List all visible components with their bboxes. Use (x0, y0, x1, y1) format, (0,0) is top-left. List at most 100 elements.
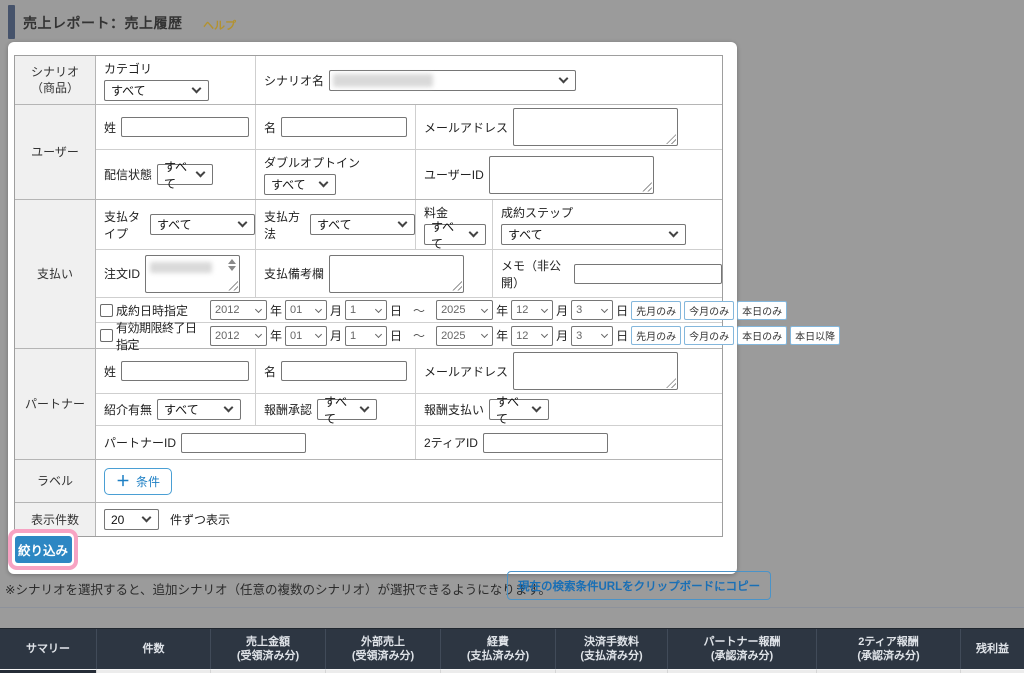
double-optin-cell: ダブルオプトイン すべて (256, 150, 416, 199)
user-firstname-input[interactable] (281, 117, 407, 137)
chevron-down-icon (481, 305, 488, 312)
resize-handle-icon[interactable] (666, 378, 676, 388)
contract-to-year-select[interactable]: 2025 (436, 300, 493, 320)
expiry-after-today-button[interactable]: 本日以降 (790, 326, 840, 345)
spinner-down-icon[interactable] (228, 266, 236, 271)
expiry-from-day-select[interactable]: 1 (345, 326, 387, 346)
chevron-down-icon (255, 331, 262, 338)
title-accent-bar (8, 5, 15, 39)
category-label: カテゴリ (104, 60, 152, 77)
chevron-down-icon (238, 218, 248, 228)
spinner-up-icon[interactable] (228, 259, 236, 264)
category-cell: カテゴリ すべて (96, 56, 256, 104)
col-sales-amount: 売上金額 (受領済み分) (210, 629, 325, 669)
expiry-today-button[interactable]: 本日のみ (737, 326, 787, 345)
spinner-icon[interactable] (228, 259, 236, 271)
plus-icon: ＋ (116, 471, 130, 491)
scenario-name-select[interactable] (329, 70, 576, 91)
expiry-to-month-select[interactable]: 12 (511, 326, 553, 346)
referral-cell: 紹介有無 すべて (96, 394, 256, 425)
approval-select[interactable]: すべて (317, 399, 377, 420)
chevron-down-icon (196, 168, 206, 178)
expiry-to-day-select[interactable]: 3 (571, 326, 613, 346)
chevron-down-icon (142, 513, 152, 523)
payout-select[interactable]: すべて (489, 399, 549, 420)
pay-note-textarea[interactable] (329, 255, 464, 293)
user-lastname-cell: 姓 (96, 105, 256, 149)
chevron-down-icon (541, 331, 548, 338)
expiry-from-year-select[interactable]: 2012 (210, 326, 267, 346)
partner-firstname-cell: 名 (256, 349, 416, 393)
expiry-this-month-button[interactable]: 今月のみ (684, 326, 734, 345)
partner-id-input[interactable] (181, 433, 306, 453)
resize-handle-icon[interactable] (228, 281, 238, 291)
display-count-select[interactable]: 20 (104, 509, 159, 530)
row-label-payment: 支払い (15, 200, 96, 348)
col-tier2-reward: 2ティア報酬 (承認済み分) (816, 629, 960, 669)
resize-handle-icon[interactable] (642, 182, 652, 192)
resize-handle-icon[interactable] (452, 281, 462, 291)
expiry-from-month-select[interactable]: 01 (285, 326, 327, 346)
chevron-down-icon (541, 305, 548, 312)
chevron-down-icon (375, 331, 382, 338)
chevron-down-icon (559, 73, 569, 83)
expiry-date-checkbox[interactable] (100, 329, 113, 342)
row-user: ユーザー 姓 名 メールアドレス (15, 105, 722, 200)
chevron-down-icon (192, 83, 202, 93)
step-select[interactable]: すべて (501, 224, 686, 245)
tier2-id-input[interactable] (483, 433, 608, 453)
memo-input[interactable] (574, 264, 722, 284)
referral-select[interactable]: すべて (157, 399, 241, 420)
user-email-textarea[interactable] (513, 108, 678, 146)
contract-from-day-select[interactable]: 1 (345, 300, 387, 320)
copy-search-url-button[interactable]: 現在の検索条件URLをクリップボードにコピー (507, 571, 771, 600)
contract-today-button[interactable]: 本日のみ (737, 301, 787, 320)
contract-from-month-select[interactable]: 01 (285, 300, 327, 320)
category-select[interactable]: すべて (104, 80, 209, 101)
user-lastname-input[interactable] (121, 117, 249, 137)
chevron-down-icon (255, 305, 262, 312)
col-settlement-fee: 決済手数料 (支払済み分) (555, 629, 667, 669)
delivery-status-select[interactable]: すべて (157, 164, 213, 185)
help-link[interactable]: ヘルプ (203, 17, 236, 33)
double-optin-select[interactable]: すべて (264, 174, 336, 195)
summary-table-row (0, 669, 1024, 673)
approval-cell: 報酬承認 すべて (256, 394, 416, 425)
chevron-down-icon (481, 331, 488, 338)
resize-handle-icon[interactable] (666, 134, 676, 144)
pay-note-cell: 支払備考欄 (256, 250, 493, 297)
order-id-cell: 注文ID (96, 250, 256, 297)
payout-cell: 報酬支払い すべて (416, 394, 722, 425)
redacted-text (333, 74, 433, 87)
row-display-count: 表示件数 20 件ずつ表示 (15, 503, 722, 536)
expiry-to-year-select[interactable]: 2025 (436, 326, 493, 346)
col-count: 件数 (96, 629, 210, 669)
tier2-id-cell: 2ティアID (416, 426, 722, 459)
col-summary: サマリー (0, 629, 96, 669)
partner-lastname-input[interactable] (121, 361, 249, 381)
pay-method-select[interactable]: すべて (310, 214, 415, 235)
add-condition-button[interactable]: ＋ 条件 (104, 468, 172, 495)
row-partner: パートナー 姓 名 メールアドレス (15, 349, 722, 460)
user-id-textarea[interactable] (489, 156, 654, 194)
contract-last-month-button[interactable]: 先月のみ (631, 301, 681, 320)
contract-to-month-select[interactable]: 12 (511, 300, 553, 320)
scenario-name-cell: シナリオ名 (256, 56, 722, 104)
contract-this-month-button[interactable]: 今月のみ (684, 301, 734, 320)
pay-method-cell: 支払方法 すべて (256, 200, 416, 249)
pay-type-cell: 支払タイプ すべて (96, 200, 256, 249)
contract-to-day-select[interactable]: 3 (571, 300, 613, 320)
partner-firstname-input[interactable] (281, 361, 407, 381)
contract-date-checkbox[interactable] (100, 304, 113, 317)
expiry-last-month-button[interactable]: 先月のみ (631, 326, 681, 345)
partner-email-textarea[interactable] (513, 352, 678, 390)
filter-button[interactable]: 絞り込み (15, 536, 72, 563)
pay-type-select[interactable]: すべて (150, 214, 255, 235)
scenario-note: ※シナリオを選択すると、追加シナリオ（任意の複数のシナリオ）が選択できるようにな… (5, 579, 551, 598)
display-count-cell: 20 件ずつ表示 (96, 503, 722, 536)
contract-from-year-select[interactable]: 2012 (210, 300, 267, 320)
fee-select[interactable]: すべて (424, 224, 486, 245)
user-id-cell: ユーザーID (416, 150, 722, 199)
order-id-textarea[interactable] (145, 255, 240, 293)
scenario-name-label: シナリオ名 (264, 72, 324, 89)
